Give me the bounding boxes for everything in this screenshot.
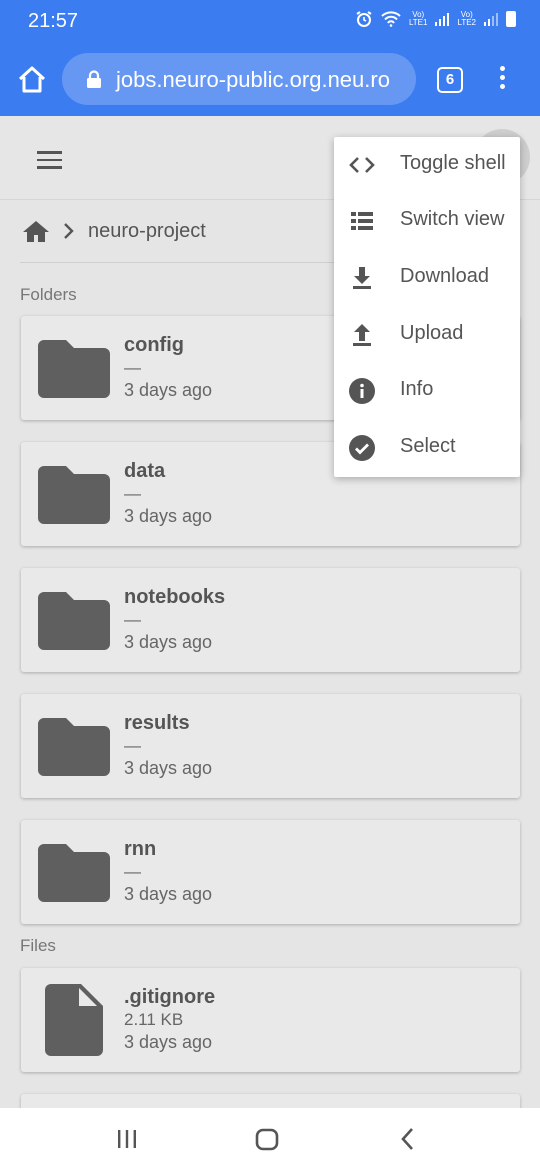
folder-name: rnn [124,838,157,860]
chevron-right-icon [64,223,74,239]
context-menu: Toggle shell Switch view Download Upload… [334,137,520,477]
tab-switcher-button[interactable]: 6 [437,67,463,93]
folder-date: 3 days ago [124,758,213,778]
folder-date: 3 days ago [124,380,213,400]
breadcrumb: neuro-project [22,212,206,250]
menu-item-label: Select [400,435,456,457]
sim2-label: Vo) LTE2 [457,10,476,27]
back-icon[interactable] [393,1124,423,1154]
status-bar: 21:57 Vo) LTE1 Vo) LTE2 [0,0,540,42]
file-card-gitignore[interactable]: .gitignore 2.11 KB 3 days ago [21,968,520,1072]
lock-icon [87,70,101,88]
menu-item-label: Upload [400,322,464,344]
menu-item-toggle-shell[interactable]: Toggle shell [334,137,520,193]
folder-name: data [124,460,166,482]
folder-date: 3 days ago [124,506,213,526]
system-nav-bar [0,1108,540,1170]
folder-icon [38,718,110,776]
signal-icon [435,12,450,26]
file-icon [45,984,103,1056]
menu-item-download[interactable]: Download [334,250,520,306]
check-circle-icon [349,435,375,461]
folder-date: 3 days ago [124,632,213,652]
battery-icon [506,11,516,27]
menu-item-switch-view[interactable]: Switch view [334,193,520,249]
file-size: 2.11 KB [124,1010,184,1029]
alarm-icon [356,11,372,27]
menu-item-info[interactable]: Info [334,363,520,419]
code-icon [349,157,375,173]
menu-item-upload[interactable]: Upload [334,307,520,363]
folder-icon [38,466,110,524]
folder-icon [38,844,110,902]
folder-date: 3 days ago [124,884,213,904]
folder-card-rnn[interactable]: rnn — 3 days ago [21,820,520,924]
home-breadcrumb-icon[interactable] [22,219,50,243]
hamburger-menu-icon[interactable] [37,151,62,169]
wifi-icon [381,11,401,27]
folder-meta: — [124,484,141,503]
file-name: .gitignore [124,986,216,1008]
address-bar[interactable]: jobs.neuro-public.org.neu.ro [62,53,416,105]
upload-icon [353,324,371,346]
folder-name: config [124,334,184,356]
url-text: jobs.neuro-public.org.neu.ro [116,67,390,92]
files-section-label: Files [20,936,56,955]
download-icon [353,267,371,289]
folder-meta: — [124,358,141,377]
file-date: 3 days ago [124,1032,213,1052]
info-icon [349,378,375,404]
menu-item-label: Download [400,265,489,287]
folder-name: results [124,712,190,734]
folder-icon [38,340,110,398]
menu-item-select[interactable]: Select [334,420,520,476]
folder-card-results[interactable]: results — 3 days ago [21,694,520,798]
home-nav-icon[interactable] [252,1124,282,1154]
browser-toolbar: jobs.neuro-public.org.neu.ro 6 [0,42,540,116]
recent-apps-icon[interactable] [112,1124,142,1154]
signal-icon-2 [484,12,498,26]
browser-menu-icon[interactable] [494,66,510,94]
folder-icon [38,592,110,650]
status-icons: Vo) LTE1 Vo) LTE2 [355,10,516,28]
list-view-icon [351,212,373,230]
home-icon[interactable] [16,64,48,96]
folder-name: notebooks [124,586,226,608]
folder-card-notebooks[interactable]: notebooks — 3 days ago [21,568,520,672]
folder-meta: — [124,610,141,629]
folder-meta: — [124,862,141,881]
folders-section-label: Folders [20,285,77,304]
folder-meta: — [124,736,141,755]
menu-item-label: Switch view [400,208,505,230]
status-time: 21:57 [28,10,79,32]
breadcrumb-item[interactable]: neuro-project [88,220,206,243]
sim1-label: Vo) LTE1 [408,10,428,27]
menu-item-label: Info [400,378,434,400]
menu-item-label: Toggle shell [400,152,506,174]
